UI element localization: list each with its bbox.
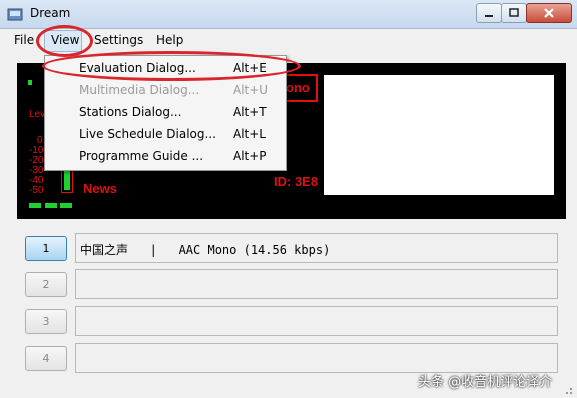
- menu-item-multimedia-dialog: Multimedia Dialog...: [79, 83, 200, 97]
- menu-item-live-schedule-dialog[interactable]: Live Schedule Dialog...: [79, 124, 216, 144]
- annotation-ellipse-view: [36, 25, 93, 57]
- resize-grip-icon[interactable]: [560, 384, 574, 396]
- scale-tick: -50: [29, 185, 44, 196]
- channel-button-1[interactable]: 1: [25, 236, 67, 261]
- channel-button-2[interactable]: 2: [25, 272, 67, 297]
- channel-label-2: [75, 269, 558, 299]
- status-led: [60, 203, 72, 208]
- multimedia-area: [324, 75, 554, 195]
- maximize-button[interactable]: [501, 3, 527, 23]
- level-meter: [61, 168, 73, 193]
- channel-button-3[interactable]: 3: [25, 309, 67, 334]
- level-scale: 0 -10 -20 -30 -40 -50: [29, 136, 43, 196]
- shortcut-programme-guide: Alt+P: [233, 149, 267, 163]
- menu-file[interactable]: File: [14, 33, 34, 47]
- watermark: 头条 @收音机评论译介: [418, 375, 553, 390]
- close-icon: [544, 8, 554, 18]
- menu-item-programme-guide[interactable]: Programme Guide ...: [79, 146, 203, 166]
- audio-mode: ono: [286, 80, 310, 95]
- close-button[interactable]: [526, 3, 572, 23]
- maximize-icon: [509, 8, 519, 17]
- window-title: Dream: [30, 6, 71, 20]
- menu-item-stations-dialog[interactable]: Stations Dialog...: [79, 102, 181, 122]
- minimize-icon: [485, 15, 493, 17]
- status-led: [29, 203, 41, 208]
- shortcut-multimedia-dialog: Alt+U: [233, 83, 269, 97]
- status-led: [45, 203, 57, 208]
- channel-text-1: 中国之声 | AAC Mono (14.56 kbps): [80, 243, 331, 257]
- app-icon: [7, 8, 23, 21]
- menu-help[interactable]: Help: [156, 33, 183, 47]
- annotation-ellipse-evaluation: [42, 51, 301, 81]
- channel-button-4[interactable]: 4: [25, 346, 67, 371]
- level-meter-fill: [64, 171, 70, 190]
- shortcut-stations-dialog: Alt+T: [233, 105, 267, 119]
- channel-label-4: [75, 343, 558, 373]
- shortcut-live-schedule-dialog: Alt+L: [233, 127, 266, 141]
- menu-settings[interactable]: Settings: [94, 33, 143, 47]
- signal-led: [28, 80, 32, 85]
- service-id: ID: 3E8: [274, 174, 319, 189]
- programme-type: News: [83, 181, 117, 196]
- minimize-button[interactable]: [476, 3, 502, 23]
- channel-label-3: [75, 306, 558, 336]
- level-label: Lev: [29, 109, 46, 120]
